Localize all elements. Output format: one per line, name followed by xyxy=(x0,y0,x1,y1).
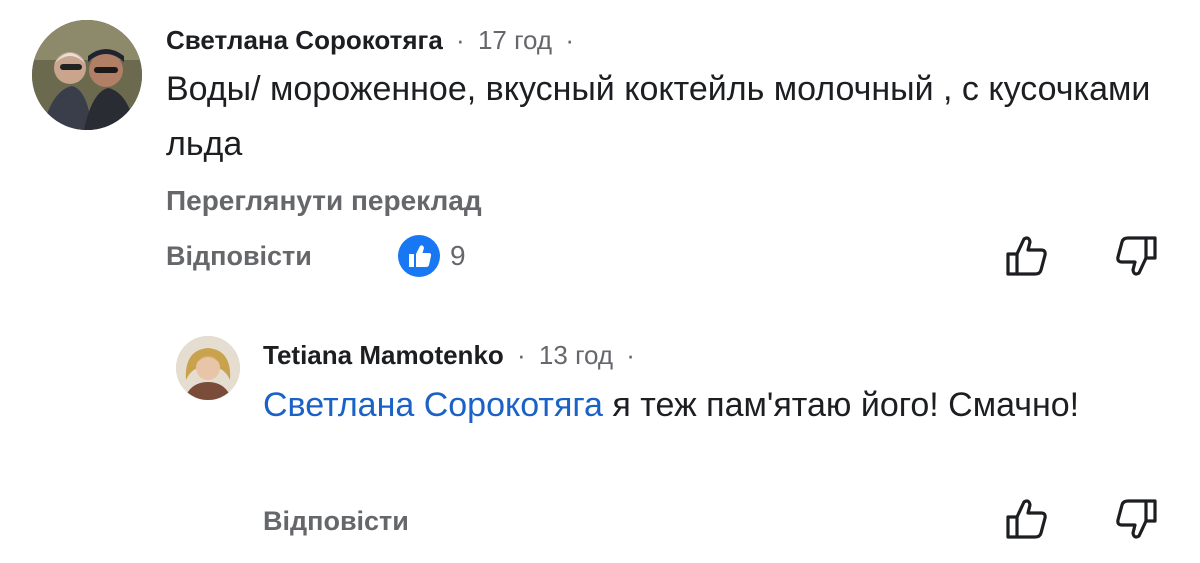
timestamp[interactable]: 13 год xyxy=(539,340,613,370)
avatar-photo xyxy=(176,336,240,400)
meta-separator: · xyxy=(456,25,465,55)
see-translation-link[interactable]: Переглянути переклад xyxy=(166,185,482,217)
meta-separator: · xyxy=(626,340,635,370)
avatar[interactable] xyxy=(176,336,240,400)
reply-text: Светлана Сорокотяга я теж пам'ятаю його!… xyxy=(263,378,1083,433)
timestamp[interactable]: 17 год xyxy=(478,25,552,55)
mention-link[interactable]: Светлана Сорокотяга xyxy=(263,386,603,424)
thumbs-up-outline-icon[interactable] xyxy=(1003,497,1051,546)
avatar[interactable] xyxy=(32,20,142,130)
thumbs-up-outline-icon[interactable] xyxy=(1003,234,1051,283)
meta-separator: · xyxy=(517,340,526,370)
thumbs-down-outline-icon[interactable] xyxy=(1112,234,1160,283)
thumbs-down-outline-icon[interactable] xyxy=(1112,497,1160,546)
author-name[interactable]: Светлана Сорокотяга xyxy=(166,25,443,55)
avatar-photo xyxy=(32,20,142,130)
comment: Светлана Сорокотяга · 17 год · Воды/ мор… xyxy=(0,0,1200,300)
author-name[interactable]: Tetiana Mamotenko xyxy=(263,340,504,370)
like-count-badge[interactable]: 9 xyxy=(398,235,466,277)
comment-header: Светлана Сорокотяга · 17 год · xyxy=(166,25,574,56)
reply-button[interactable]: Відповісти xyxy=(166,241,312,272)
meta-separator: · xyxy=(565,25,574,55)
reply-text-content: я теж пам'ятаю його! Смачно! xyxy=(602,386,1080,424)
thumbs-up-filled-icon xyxy=(398,235,440,277)
reply-header: Tetiana Mamotenko · 13 год · xyxy=(263,340,635,371)
reply-button[interactable]: Відповісти xyxy=(263,506,409,537)
reply-comment: Tetiana Mamotenko · 13 год · Светлана Со… xyxy=(0,300,1200,563)
like-count: 9 xyxy=(450,240,466,271)
comment-text: Воды/ мороженное, вкусный коктейль молоч… xyxy=(166,70,1151,163)
